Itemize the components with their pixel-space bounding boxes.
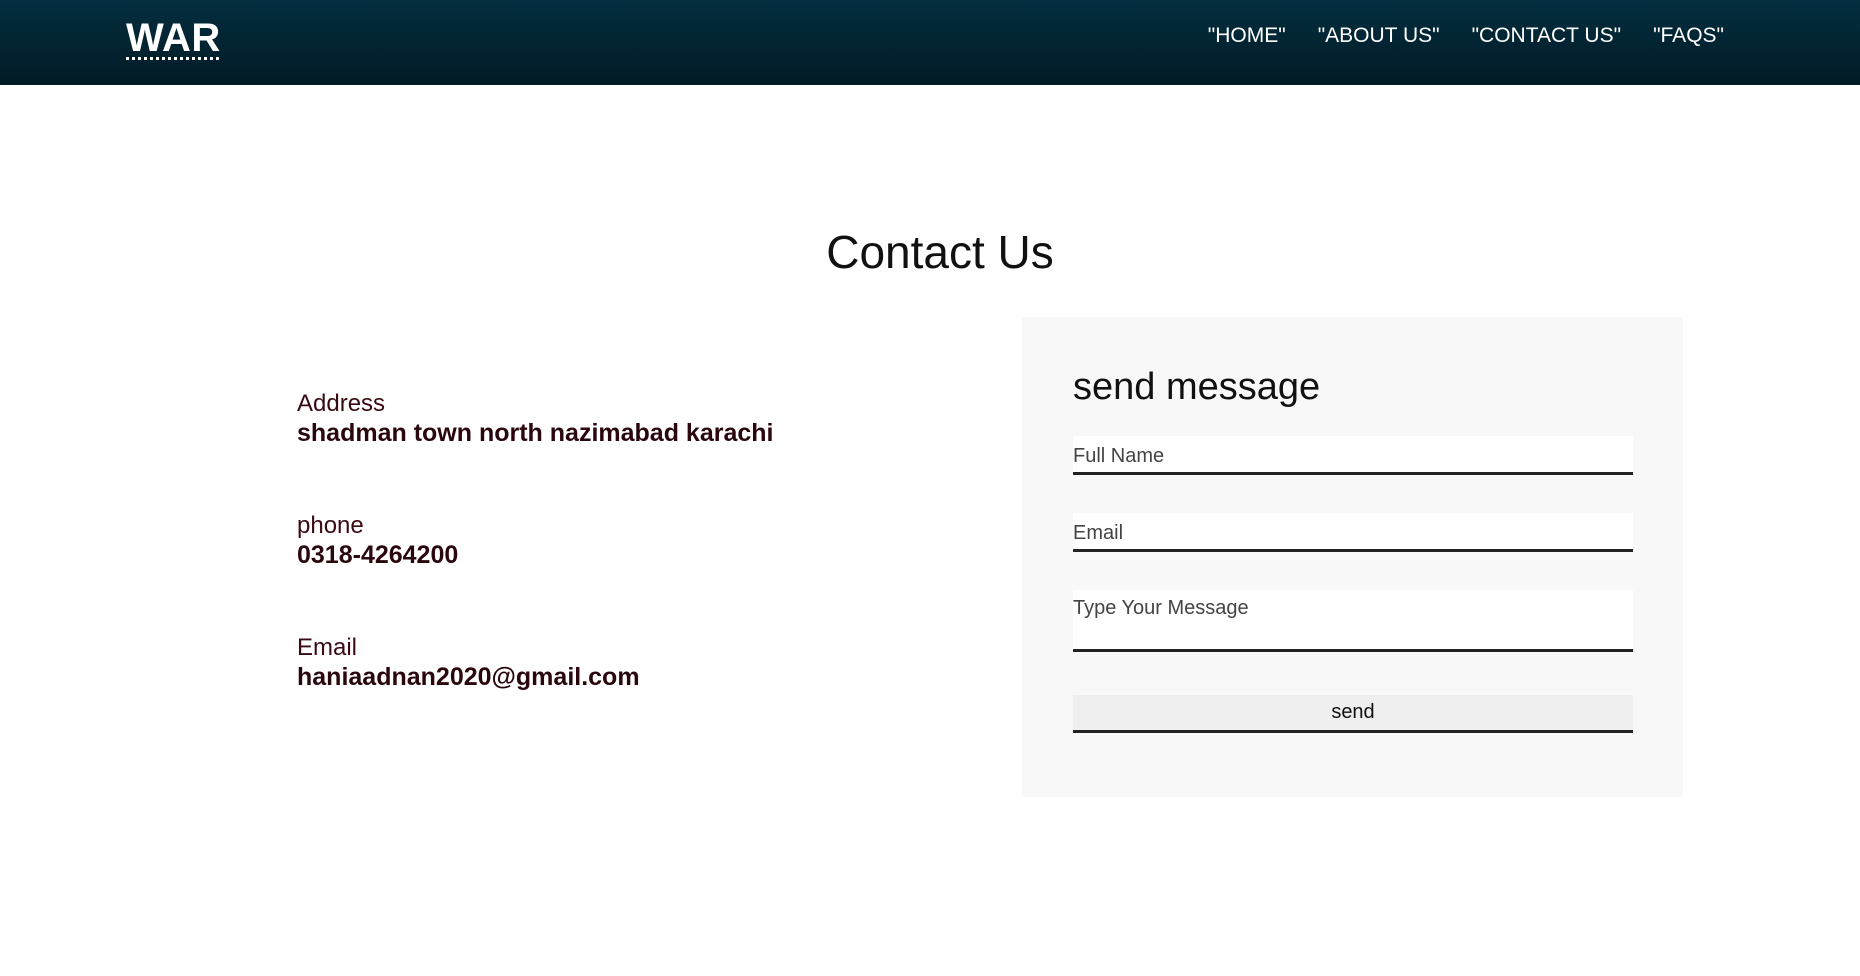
- page-title: Contact Us: [826, 226, 1054, 278]
- phone-value: 0318-4264200: [297, 541, 459, 569]
- phone-block: phone 0318-4264200: [297, 512, 773, 570]
- main-nav: "HOME" "ABOUT US" "CONTACT US" "FAQS": [1208, 24, 1724, 48]
- send-button[interactable]: send: [1073, 695, 1633, 733]
- address-value: shadman town north nazimabad karachi: [297, 419, 774, 447]
- nav-about-link[interactable]: "ABOUT US": [1318, 24, 1440, 48]
- contact-form: send message send: [1022, 317, 1683, 797]
- top-navbar: WAR "HOME" "ABOUT US" "CONTACT US" "FAQS…: [0, 0, 1860, 85]
- phone-label: phone: [297, 512, 364, 539]
- nav-home-link[interactable]: "HOME": [1208, 24, 1286, 48]
- email-block: Email haniaadnan2020@gmail.com: [297, 634, 773, 692]
- message-field[interactable]: [1073, 590, 1633, 652]
- site-logo[interactable]: WAR: [126, 16, 221, 60]
- address-label: Address: [297, 390, 386, 417]
- contact-info: Address shadman town north nazimabad kar…: [297, 390, 773, 692]
- nav-faqs-link[interactable]: "FAQS": [1653, 24, 1724, 48]
- nav-contact-link[interactable]: "CONTACT US": [1472, 24, 1621, 48]
- email-value: haniaadnan2020@gmail.com: [297, 663, 640, 691]
- address-block: Address shadman town north nazimabad kar…: [297, 390, 773, 448]
- email-label: Email: [297, 634, 358, 661]
- full-name-field[interactable]: [1073, 436, 1633, 475]
- form-title: send message: [1073, 366, 1321, 408]
- email-field[interactable]: [1073, 513, 1633, 552]
